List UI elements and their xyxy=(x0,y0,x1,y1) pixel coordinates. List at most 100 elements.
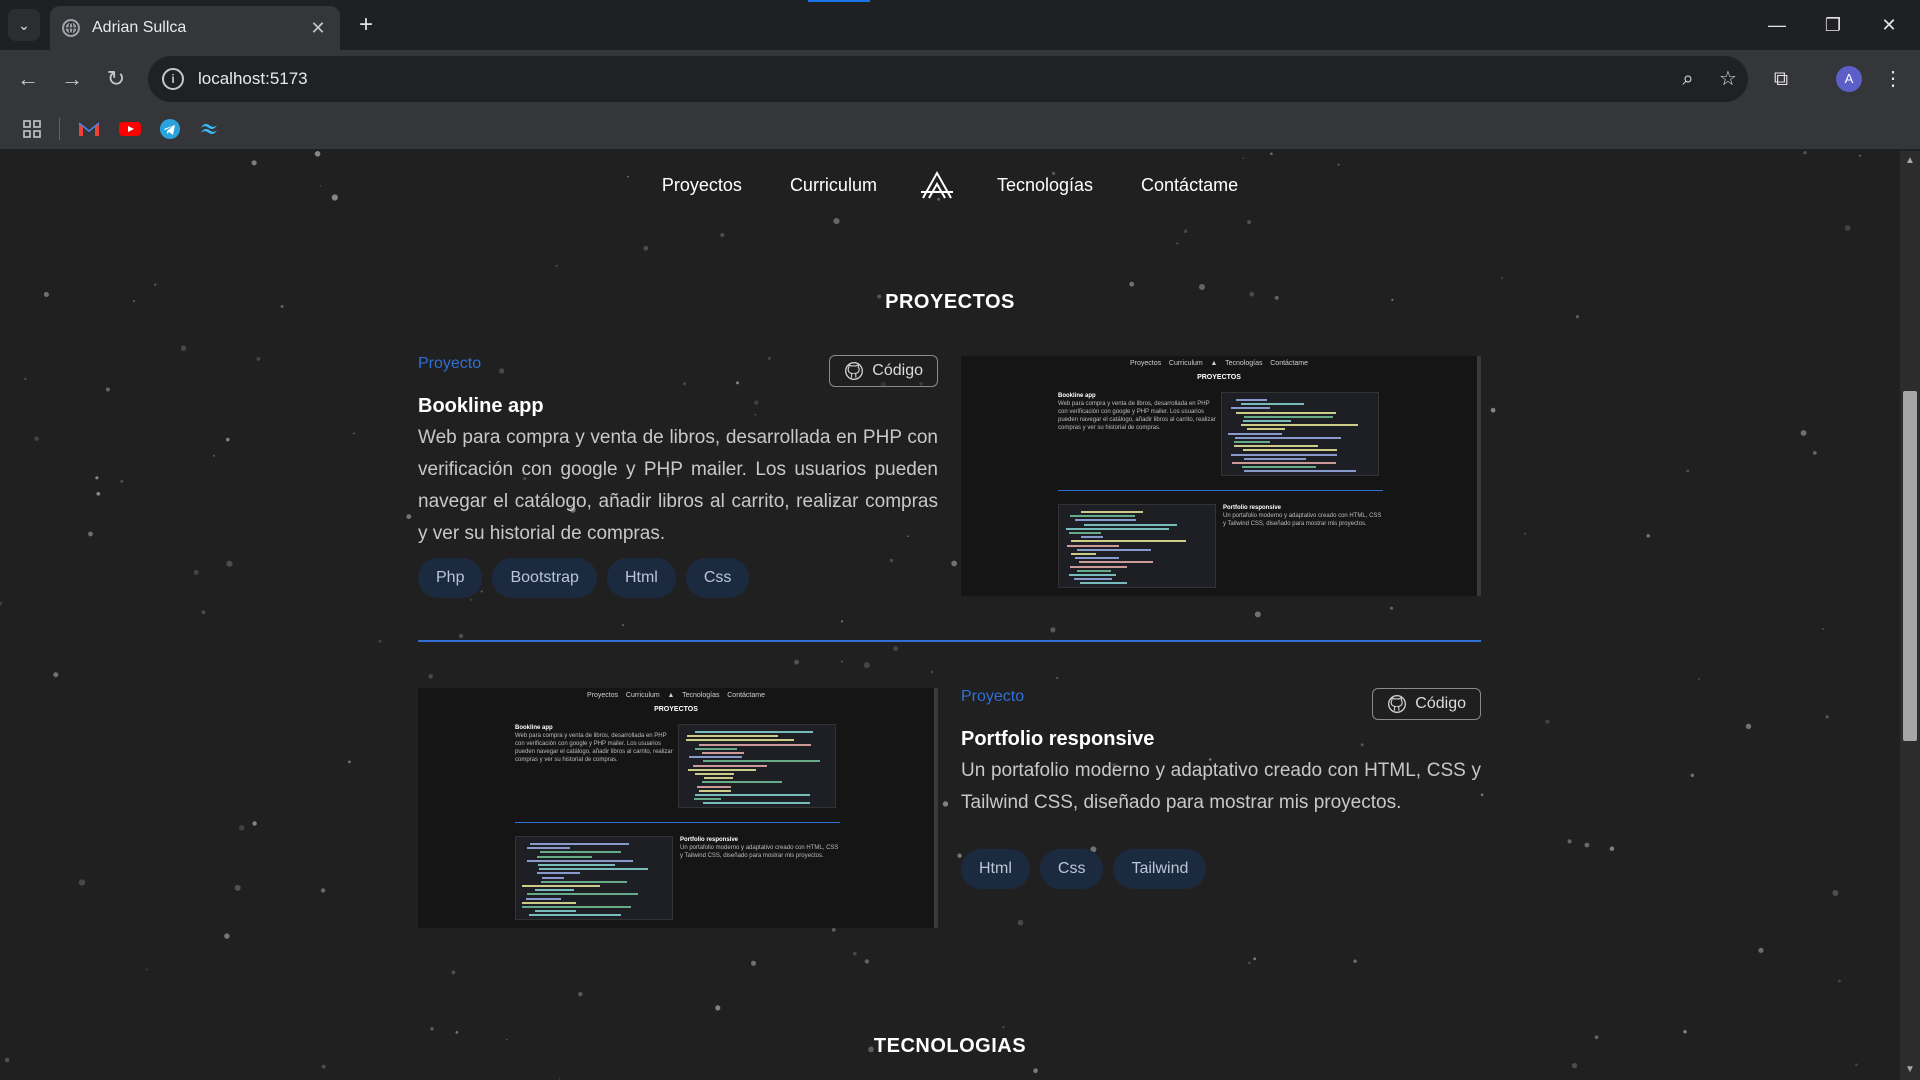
tab-search-button[interactable]: ⌄ xyxy=(8,9,40,41)
star xyxy=(234,884,241,891)
mini-project-text: Bookline app Web para compra y venta de l… xyxy=(515,725,673,763)
star xyxy=(239,825,245,831)
code-button-label: Código xyxy=(1415,695,1466,712)
star xyxy=(201,610,206,614)
star xyxy=(1758,947,1764,953)
tag-list: Html Css Tailwind xyxy=(961,849,1481,889)
page-viewport: Proyectos Curriculum Tecnologías Contáct… xyxy=(0,151,1900,1080)
new-tab-button[interactable]: + xyxy=(352,12,380,40)
browser-toolbar: ← → ↻ i localhost:5173 ⌕ ☆ ⧉ A ⋮ xyxy=(0,50,1920,108)
star xyxy=(1247,220,1252,225)
star xyxy=(1500,276,1504,280)
nav-proyectos[interactable]: Proyectos xyxy=(638,175,766,196)
star xyxy=(864,959,870,964)
star xyxy=(1584,842,1590,848)
tab-title: Adrian Sullca xyxy=(92,19,187,36)
star xyxy=(1800,430,1807,436)
star xyxy=(1176,242,1179,245)
forward-button[interactable]: → xyxy=(56,63,88,95)
star xyxy=(863,662,870,669)
star xyxy=(1353,959,1357,963)
close-window-button[interactable]: ✕ xyxy=(1866,8,1912,42)
star xyxy=(893,646,898,651)
site-logo-icon[interactable] xyxy=(919,170,955,200)
address-bar[interactable]: i localhost:5173 ⌕ ☆ xyxy=(148,56,1748,102)
nav-contactame[interactable]: Contáctame xyxy=(1117,175,1262,196)
star xyxy=(930,670,933,674)
apps-grid-icon[interactable] xyxy=(20,117,44,141)
star xyxy=(95,476,99,480)
star xyxy=(353,432,355,435)
star xyxy=(378,639,382,643)
star xyxy=(1803,151,1807,155)
star xyxy=(451,970,456,975)
star xyxy=(1575,315,1579,319)
star xyxy=(321,1064,326,1069)
tailwind-icon[interactable] xyxy=(198,117,222,141)
reload-button[interactable]: ↻ xyxy=(100,63,132,95)
star xyxy=(455,1031,459,1034)
site-info-icon[interactable]: i xyxy=(162,68,184,90)
back-button[interactable]: ← xyxy=(12,63,44,95)
youtube-icon[interactable] xyxy=(118,117,142,141)
scroll-up-arrow-icon[interactable]: ▲ xyxy=(1900,153,1920,169)
project-screenshot-portfolio[interactable]: Proyectos Curriculum ▲ Tecnologías Contá… xyxy=(418,688,938,928)
star xyxy=(1248,961,1251,965)
section-title-proyectos: PROYECTOS xyxy=(885,291,1015,313)
star xyxy=(348,760,351,764)
bookmark-star-icon[interactable]: ☆ xyxy=(1708,59,1748,99)
star xyxy=(34,436,39,442)
star xyxy=(252,821,257,826)
star xyxy=(1253,957,1256,961)
section-title-tecnologias: TECNOLOGIAS xyxy=(873,1035,1027,1057)
code-button[interactable]: Código xyxy=(829,355,938,387)
mini-divider xyxy=(1058,490,1383,491)
star xyxy=(1050,627,1056,633)
scroll-down-arrow-icon[interactable]: ▼ xyxy=(1900,1062,1920,1078)
star xyxy=(226,560,233,567)
star xyxy=(1822,628,1824,630)
profile-avatar[interactable]: A xyxy=(1836,66,1862,92)
star xyxy=(831,928,836,932)
restore-button[interactable]: ❐ xyxy=(1810,8,1856,42)
star xyxy=(78,879,86,886)
star xyxy=(406,514,412,519)
star xyxy=(1567,839,1572,844)
star xyxy=(1686,469,1690,473)
tag-php: Php xyxy=(418,558,483,598)
scrollbar-thumb[interactable] xyxy=(1903,391,1917,741)
project-screenshot-bookline[interactable]: Proyectos Curriculum ▲ Tecnologías Contá… xyxy=(961,356,1481,596)
star xyxy=(1129,281,1135,287)
project-description: Web para compra y venta de libros, desar… xyxy=(418,427,938,544)
star xyxy=(643,245,649,251)
code-button[interactable]: Código xyxy=(1372,688,1481,720)
star xyxy=(1690,773,1695,777)
star xyxy=(120,480,124,483)
star xyxy=(1812,451,1817,455)
star xyxy=(942,801,949,807)
star xyxy=(314,151,321,157)
extensions-icon[interactable]: ⧉ xyxy=(1764,63,1798,95)
github-icon xyxy=(845,362,864,380)
star xyxy=(852,951,857,956)
telegram-icon[interactable] xyxy=(158,117,182,141)
star xyxy=(1524,532,1526,535)
globe-icon xyxy=(62,19,80,37)
star xyxy=(951,560,958,567)
mini-title: PROYECTOS xyxy=(1197,374,1241,381)
menu-kebab-icon[interactable]: ⋮ xyxy=(1876,63,1910,95)
nav-tecnologias[interactable]: Tecnologías xyxy=(973,175,1117,196)
close-tab-icon[interactable]: ✕ xyxy=(308,18,328,38)
star xyxy=(1270,152,1273,155)
zoom-icon[interactable]: ⌕ xyxy=(1668,59,1708,99)
page-scrollbar[interactable]: ▲ ▼ xyxy=(1900,151,1920,1080)
nav-curriculum[interactable]: Curriculum xyxy=(766,175,901,196)
star xyxy=(1183,229,1188,233)
star xyxy=(1254,611,1261,618)
browser-tab[interactable]: Adrian Sullca ✕ xyxy=(50,6,340,50)
minimize-button[interactable]: — xyxy=(1754,8,1800,42)
mini-project-text: Portfolio responsive Un portafolio modern… xyxy=(680,837,839,859)
star xyxy=(720,233,725,237)
gmail-icon[interactable] xyxy=(77,117,101,141)
mini-nav: Proyectos Curriculum ▲ Tecnologías Contá… xyxy=(1130,360,1308,367)
